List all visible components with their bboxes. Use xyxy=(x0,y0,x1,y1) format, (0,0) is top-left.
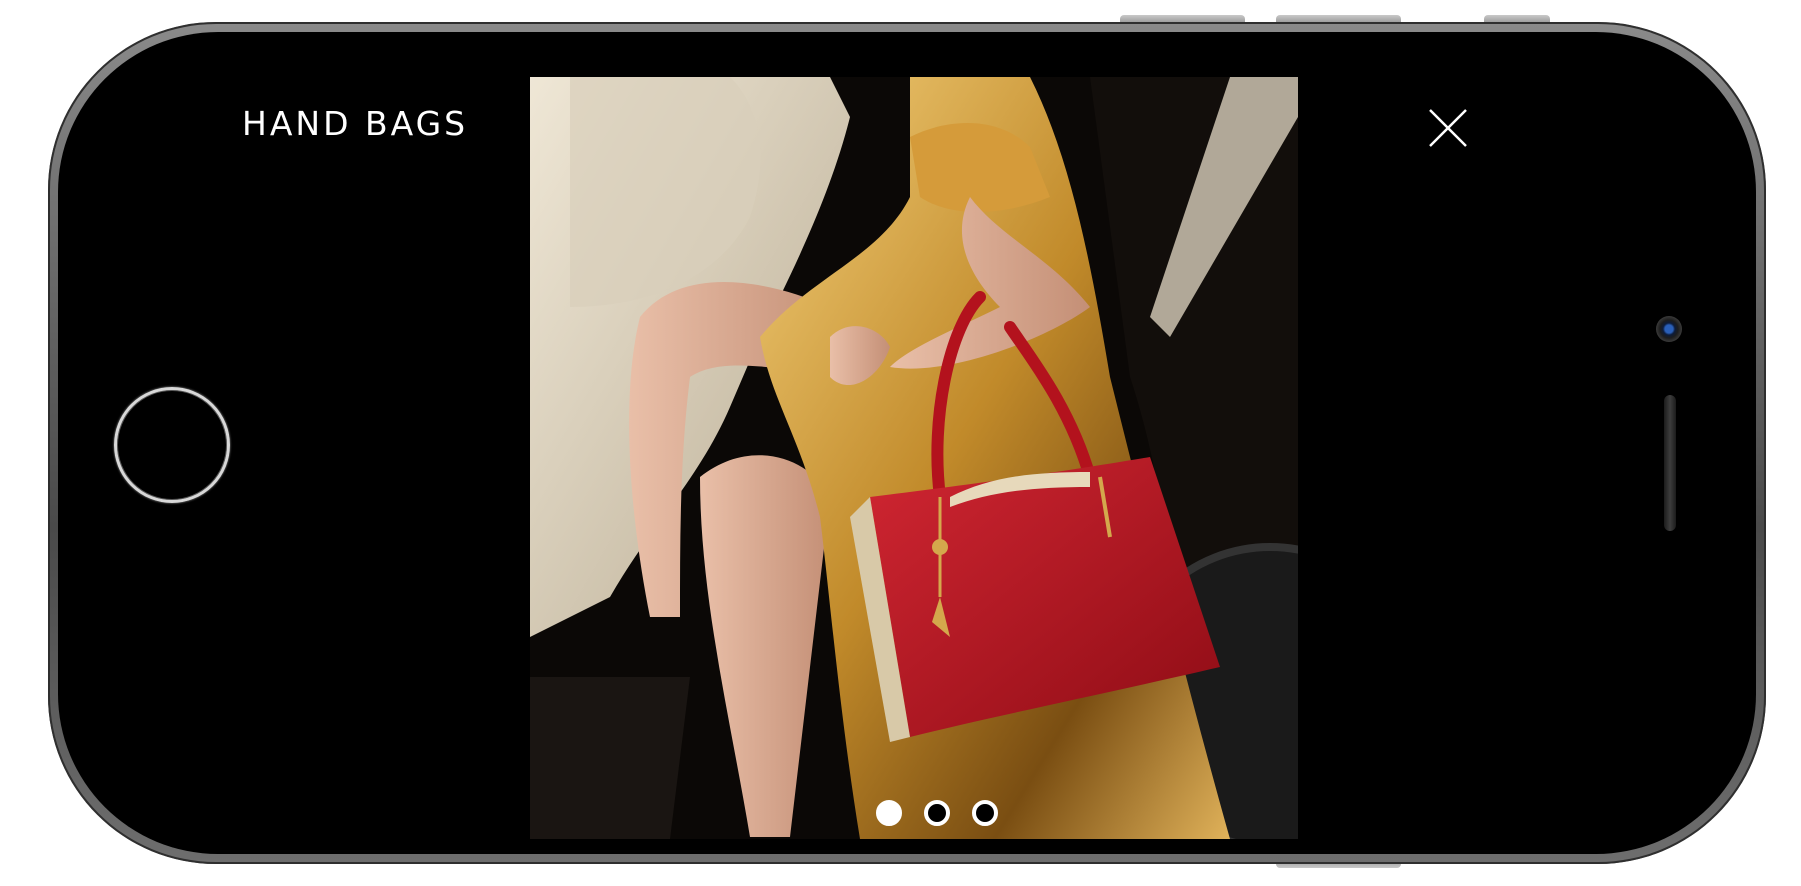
close-button[interactable] xyxy=(1424,104,1472,152)
pagination-dot-2[interactable] xyxy=(924,800,950,826)
page-title: HAND BAGS xyxy=(242,104,469,143)
home-button[interactable] xyxy=(114,387,230,503)
phone-frame: HAND BAGS xyxy=(48,22,1766,864)
pagination-dot-3[interactable] xyxy=(972,800,998,826)
red-handbag-photo xyxy=(530,77,1298,839)
close-icon xyxy=(1429,109,1467,147)
gallery-image[interactable] xyxy=(530,77,1298,839)
front-camera-icon xyxy=(1656,316,1682,342)
phone-screen: HAND BAGS xyxy=(58,32,1756,854)
pagination-dot-1[interactable] xyxy=(876,800,902,826)
earpiece-speaker-icon xyxy=(1664,395,1676,531)
gallery-pagination xyxy=(876,800,998,826)
